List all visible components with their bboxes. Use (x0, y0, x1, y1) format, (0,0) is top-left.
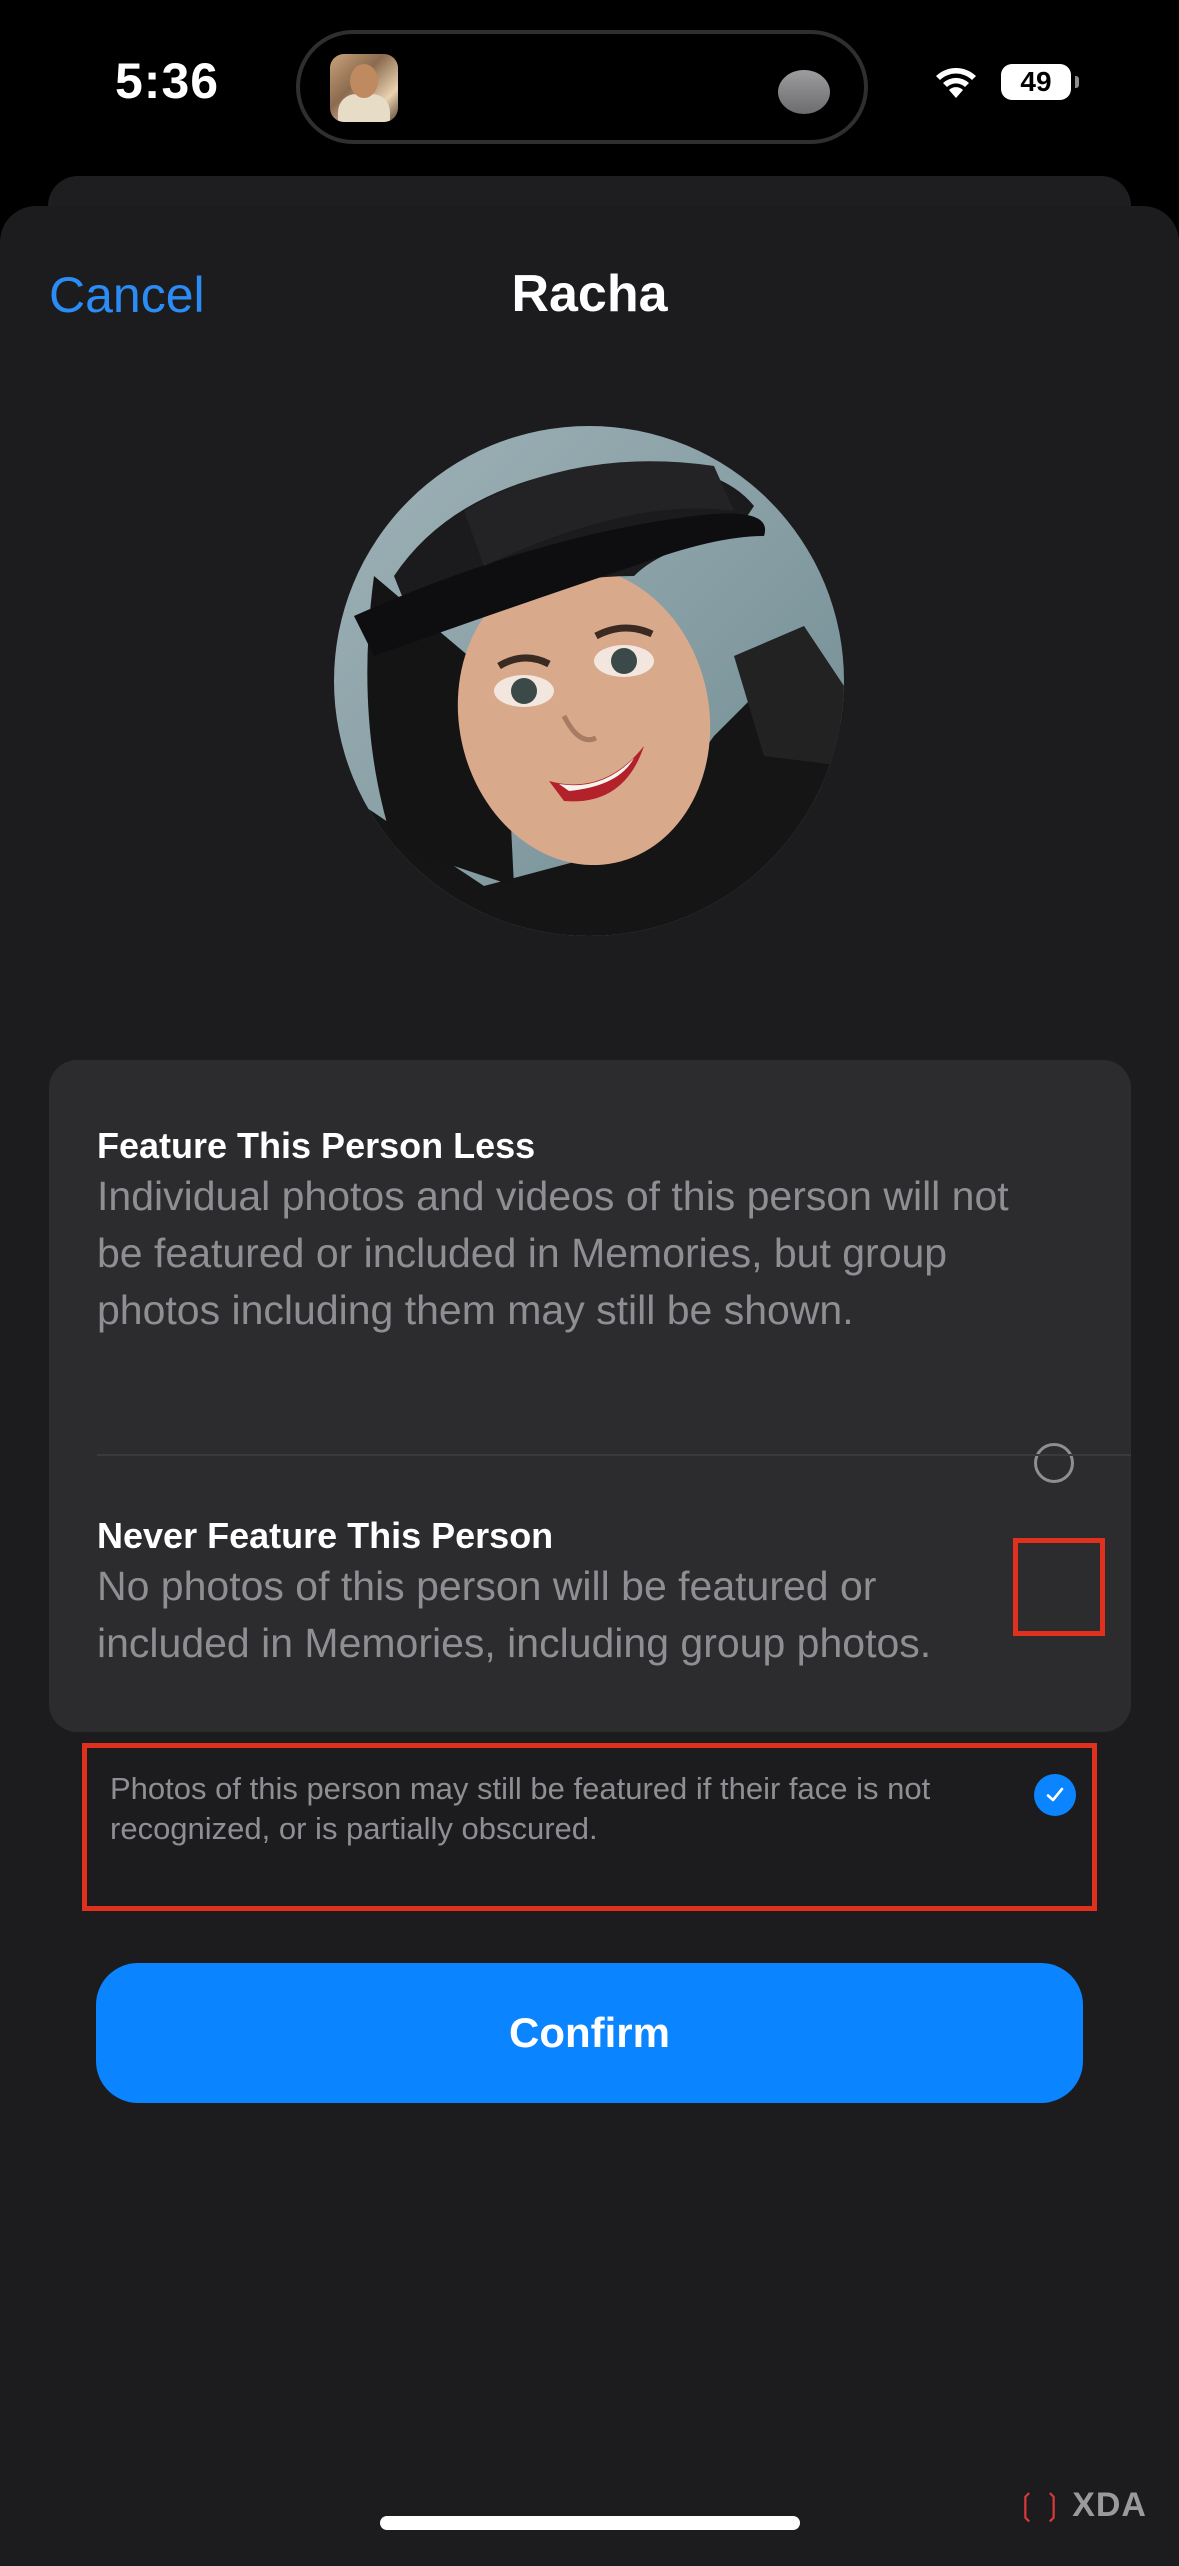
option-title: Never Feature This Person (97, 1515, 554, 1556)
feature-options-card: Feature This Person Less Individual phot… (49, 1060, 1131, 1816)
divider (97, 1454, 1131, 1456)
dynamic-island[interactable] (296, 30, 868, 144)
now-playing-thumbnail[interactable] (330, 54, 398, 122)
option-description: No photos of this person will be feature… (97, 1563, 932, 1666)
option-never-feature[interactable]: Never Feature This Person No photos of t… (97, 1514, 1057, 1672)
sheet-title: Racha (511, 265, 668, 323)
option-title: Feature This Person Less (97, 1125, 536, 1166)
watermark-text: XDA (1072, 2486, 1147, 2524)
status-bar: 5:36 49 (0, 0, 1179, 180)
battery-icon: 49 (1001, 64, 1079, 100)
option-feature-less[interactable]: Feature This Person Less Individual phot… (97, 1124, 1057, 1339)
xda-watermark: ❲❳ XDA (1014, 2486, 1147, 2525)
confirm-button[interactable]: Confirm (96, 1963, 1083, 2103)
highlight-box-selected-option (1013, 1538, 1105, 1636)
option-description: Individual photos and videos of this per… (97, 1173, 1009, 1333)
wifi-icon (933, 65, 979, 99)
xda-logo-icon: ❲❳ (1013, 2489, 1067, 2522)
home-indicator[interactable] (380, 2516, 800, 2530)
status-indicators: 49 (933, 64, 1079, 100)
highlight-box-confirm (82, 1743, 1097, 1911)
radio-unselected-icon[interactable] (1034, 1443, 1074, 1483)
status-time: 5:36 (115, 53, 220, 109)
feature-person-sheet: Cancel Racha Feature This Person Less In… (0, 206, 1179, 2566)
homepod-icon (778, 70, 830, 114)
person-avatar (334, 426, 844, 936)
